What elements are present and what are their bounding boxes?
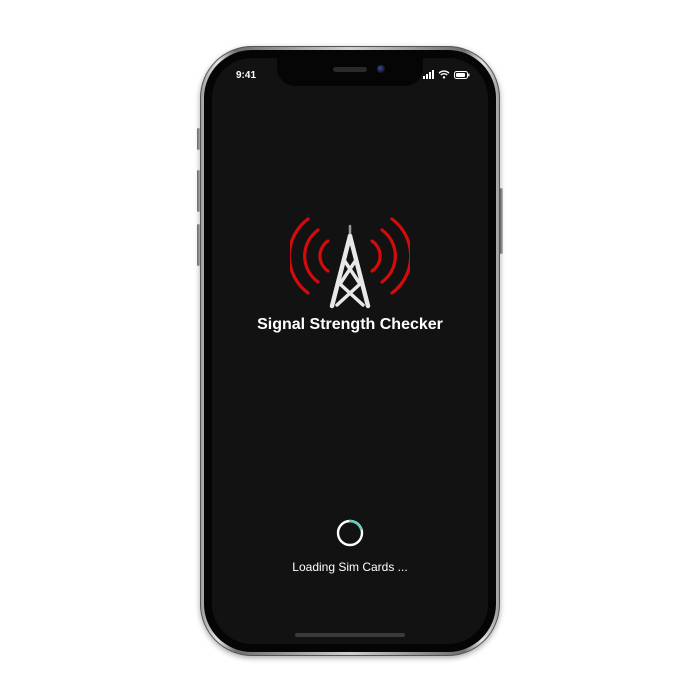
status-time: 9:41	[236, 70, 257, 81]
notch	[277, 58, 423, 86]
stage: 9:41 Signal Strength Checker Loading Sim…	[0, 0, 700, 700]
power-button	[500, 188, 503, 254]
phone-screen: 9:41 Signal Strength Checker Loading Sim…	[212, 58, 488, 644]
status-icons	[423, 70, 470, 79]
cellular-signal-icon	[423, 70, 434, 79]
loading-spinner-icon	[336, 519, 364, 547]
home-indicator[interactable]	[295, 633, 405, 637]
battery-icon	[454, 70, 470, 79]
phone-frame: 9:41 Signal Strength Checker Loading Sim…	[200, 46, 500, 656]
loading-text: Loading Sim Cards ...	[292, 560, 408, 574]
app-title: Signal Strength Checker	[257, 316, 443, 333]
earpiece-speaker	[333, 67, 367, 72]
wifi-icon	[438, 70, 450, 79]
phone-body: 9:41 Signal Strength Checker Loading Sim…	[204, 50, 496, 652]
signal-tower-icon	[290, 217, 410, 309]
front-camera	[377, 65, 385, 73]
